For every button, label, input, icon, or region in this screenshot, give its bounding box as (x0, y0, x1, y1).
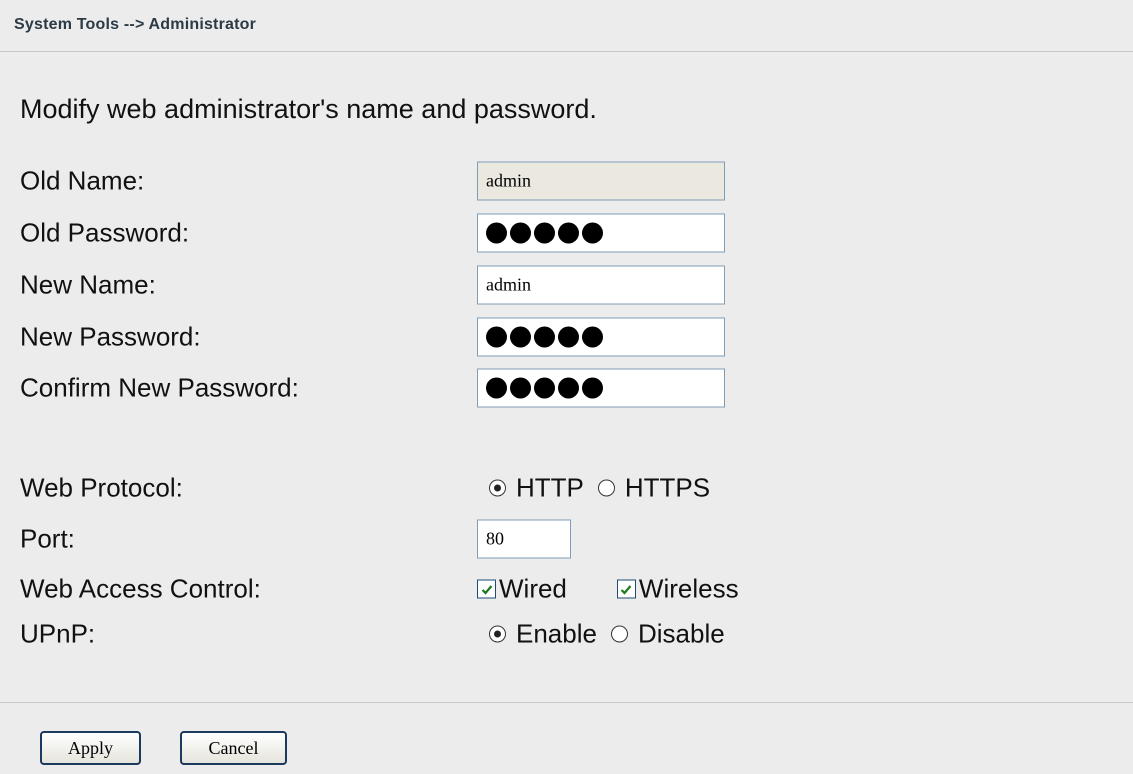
password-dot (510, 377, 531, 399)
old-password-field[interactable] (477, 213, 725, 253)
password-dot (582, 377, 603, 399)
new-name-row: New Name: admin (20, 262, 1120, 308)
upnp-enable-radio[interactable] (489, 625, 506, 643)
confirm-password-row: Confirm New Password: (20, 365, 1120, 411)
new-name-field[interactable]: admin (477, 265, 725, 305)
new-password-field[interactable] (477, 317, 725, 357)
upnp-enable-label[interactable]: Enable (516, 619, 597, 650)
breadcrumb: System Tools --> Administrator (14, 16, 257, 33)
bottom-divider (0, 702, 1133, 703)
web-access-control-label: Web Access Control: (20, 573, 261, 604)
password-dot (510, 326, 531, 348)
wired-checkbox-label[interactable]: Wired (499, 574, 567, 605)
old-password-label: Old Password: (20, 217, 190, 248)
new-password-label: New Password: (20, 321, 201, 352)
port-label: Port: (20, 523, 75, 554)
password-dot (534, 222, 555, 244)
password-dot (534, 326, 555, 348)
password-dot (486, 377, 507, 399)
port-field[interactable]: 80 (477, 519, 571, 559)
password-mask (486, 377, 603, 399)
confirm-password-field[interactable] (477, 368, 725, 408)
checkmark-icon (481, 584, 492, 595)
new-name-label: New Name: (20, 269, 156, 300)
new-password-row: New Password: (20, 314, 1120, 360)
https-radio-label[interactable]: HTTPS (625, 473, 710, 504)
upnp-label: UPnP: (20, 618, 96, 649)
wired-checkbox[interactable] (477, 579, 496, 599)
web-protocol-row: Web Protocol: HTTP HTTPS (20, 465, 1120, 511)
upnp-disable-label[interactable]: Disable (638, 619, 725, 650)
administrator-page: System Tools --> Administrator Modify we… (0, 0, 1133, 774)
confirm-password-label: Confirm New Password: (20, 372, 299, 403)
web-access-control-row: Web Access Control: Wired Wireless (20, 566, 1120, 612)
password-dot (582, 326, 603, 348)
password-mask (486, 326, 603, 348)
old-name-row: Old Name: admin (20, 158, 1120, 204)
old-name-field[interactable]: admin (477, 161, 725, 201)
wireless-checkbox[interactable] (616, 579, 636, 599)
apply-button[interactable]: Apply (40, 731, 141, 765)
radio-selected-dot (494, 630, 501, 638)
password-dot (582, 222, 603, 244)
radio-selected-dot (494, 484, 501, 492)
web-protocol-label: Web Protocol: (20, 472, 183, 503)
old-name-label: Old Name: (20, 165, 145, 196)
http-radio-label[interactable]: HTTP (516, 473, 584, 504)
checkmark-icon (621, 584, 632, 595)
password-dot (558, 222, 579, 244)
https-radio[interactable] (597, 479, 615, 497)
port-row: Port: 80 (20, 516, 1120, 562)
upnp-disable-radio[interactable] (610, 625, 628, 643)
password-dot (486, 222, 507, 244)
top-divider (0, 51, 1133, 52)
password-dot (486, 326, 507, 348)
wireless-checkbox-label[interactable]: Wireless (639, 574, 739, 605)
password-dot (558, 326, 579, 348)
password-dot (510, 222, 531, 244)
upnp-row: UPnP: Enable Disable (20, 611, 1120, 657)
password-dot (558, 377, 579, 399)
cancel-button[interactable]: Cancel (180, 731, 287, 765)
password-mask (486, 222, 603, 244)
http-radio[interactable] (489, 479, 506, 497)
password-dot (534, 377, 555, 399)
old-password-row: Old Password: (20, 210, 1120, 256)
page-description: Modify web administrator's name and pass… (20, 94, 597, 124)
